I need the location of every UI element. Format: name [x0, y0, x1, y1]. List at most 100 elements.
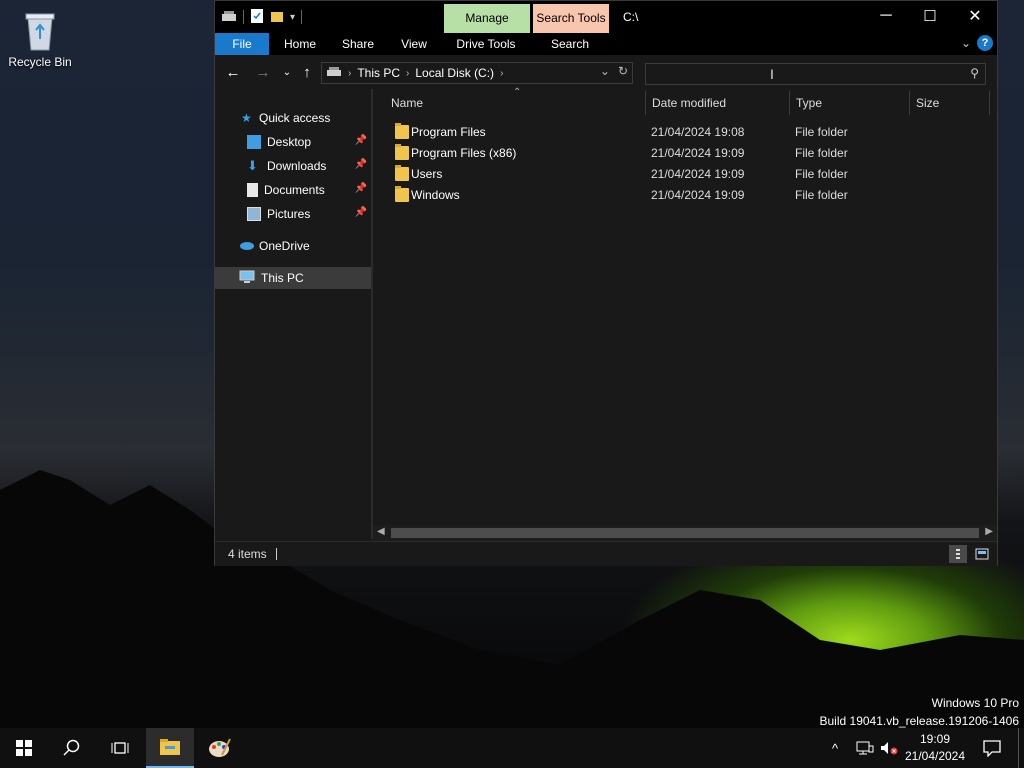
new-folder-icon[interactable] — [270, 9, 284, 26]
tab-drive-tools[interactable]: Drive Tools — [447, 33, 525, 55]
qat-dropdown-icon[interactable]: ▾ — [290, 12, 295, 23]
navigation-bar: ← → ⌄ ↑ › This PC › Local Disk (C:) › ⌄ … — [215, 57, 997, 89]
show-hidden-icons-chevron-icon[interactable]: ^ — [832, 728, 838, 768]
pin-icon[interactable]: 📌 — [355, 135, 367, 146]
scroll-right-icon[interactable]: ▶ — [985, 526, 993, 537]
file-explorer-window: ▾ Manage Search Tools C:\ ─ ☐ ✕ File Hom… — [214, 0, 998, 566]
show-desktop-button[interactable] — [1018, 728, 1019, 768]
large-icons-view-icon[interactable] — [973, 545, 991, 563]
scroll-left-icon[interactable]: ◀ — [377, 526, 385, 537]
close-button[interactable]: ✕ — [952, 1, 998, 31]
table-row[interactable]: Users 21/04/2024 19:09 File folder — [389, 164, 989, 185]
tab-file[interactable]: File — [215, 33, 269, 55]
nav-item-documents[interactable]: Documents 📌 — [215, 179, 371, 201]
file-date: 21/04/2024 19:09 — [651, 146, 745, 160]
tab-manage[interactable]: Manage — [444, 4, 530, 33]
properties-icon[interactable] — [250, 8, 264, 27]
nav-item-downloads[interactable]: ⬇ Downloads 📌 — [215, 155, 371, 177]
watermark-edition: Windows 10 Pro — [931, 696, 1019, 710]
file-name: Windows — [411, 188, 460, 202]
windows-watermark: Windows 10 Pro Build 19041.vb_release.19… — [820, 694, 1020, 730]
nav-item-pictures[interactable]: Pictures 📌 — [215, 203, 371, 225]
details-view-icon[interactable] — [949, 545, 967, 563]
file-name: Users — [411, 167, 443, 181]
sort-ascending-icon: ⌃ — [513, 87, 522, 98]
file-type: File folder — [795, 188, 848, 202]
column-header-name[interactable]: Name — [391, 89, 423, 117]
column-header-size[interactable]: Size — [916, 89, 939, 117]
address-bar[interactable]: › This PC › Local Disk (C:) › ⌄ ↻ — [321, 62, 633, 84]
recycle-bin-shortcut[interactable]: Recycle Bin — [6, 8, 74, 69]
tab-home[interactable]: Home — [277, 33, 323, 55]
up-arrow-icon[interactable]: ↑ — [297, 63, 317, 83]
text-cursor-icon: I — [770, 66, 774, 82]
nav-label: OneDrive — [259, 239, 310, 253]
file-name: Program Files (x86) — [411, 146, 517, 160]
search-icon — [63, 739, 80, 756]
network-icon[interactable] — [856, 728, 874, 768]
breadcrumb-this-pc[interactable]: This PC — [357, 66, 400, 80]
file-type: File folder — [795, 167, 848, 181]
column-divider[interactable] — [909, 91, 910, 115]
action-center-icon[interactable] — [982, 728, 1002, 768]
desktop-icon — [247, 135, 261, 149]
nav-label: Documents — [264, 183, 325, 197]
file-explorer-icon — [160, 739, 180, 755]
qat-divider — [243, 10, 244, 24]
scrollbar-thumb[interactable] — [391, 528, 979, 538]
file-type: File folder — [795, 146, 848, 160]
file-date: 21/04/2024 19:08 — [651, 125, 745, 139]
title-bar[interactable]: ▾ Manage Search Tools C:\ ─ ☐ ✕ — [215, 1, 997, 33]
pin-icon[interactable]: 📌 — [355, 183, 367, 194]
recent-locations-chevron-icon[interactable]: ⌄ — [277, 63, 297, 83]
search-box[interactable]: I ⚲ — [645, 63, 986, 85]
tab-view[interactable]: View — [393, 33, 435, 55]
nav-item-desktop[interactable]: Desktop 📌 — [215, 131, 371, 153]
paint-taskbar-button[interactable] — [196, 728, 244, 768]
search-icon[interactable]: ⚲ — [970, 66, 979, 80]
nav-item-onedrive[interactable]: OneDrive — [215, 235, 371, 257]
recycle-bin-label: Recycle Bin — [8, 55, 72, 69]
nav-item-quick-access[interactable]: ★ Quick access — [215, 107, 371, 129]
chevron-right-icon[interactable]: › — [348, 68, 351, 79]
column-divider[interactable] — [645, 91, 646, 115]
volume-muted-icon[interactable] — [880, 728, 898, 768]
taskbar: ^ 19:09 21/04/2024 — [0, 728, 1024, 768]
maximize-button[interactable]: ☐ — [907, 1, 953, 31]
pin-icon[interactable]: 📌 — [355, 159, 367, 170]
system-clock[interactable]: 19:09 21/04/2024 — [898, 731, 972, 765]
task-view-button[interactable] — [96, 728, 144, 768]
horizontal-scrollbar[interactable]: ◀ ▶ — [373, 525, 997, 541]
tab-search-tools[interactable]: Search Tools — [533, 4, 609, 33]
pin-icon[interactable]: 📌 — [355, 207, 367, 218]
drive-icon — [326, 66, 342, 81]
column-divider[interactable] — [789, 91, 790, 115]
table-row[interactable]: Program Files (x86) 21/04/2024 19:09 Fil… — [389, 143, 989, 164]
tab-share[interactable]: Share — [335, 33, 381, 55]
tab-search[interactable]: Search — [535, 33, 605, 55]
column-header-type[interactable]: Type — [796, 89, 822, 117]
table-row[interactable]: Program Files 21/04/2024 19:08 File fold… — [389, 122, 989, 143]
table-row[interactable]: Windows 21/04/2024 19:09 File folder — [389, 185, 989, 206]
minimize-button[interactable]: ─ — [863, 1, 909, 31]
chevron-right-icon[interactable]: › — [500, 68, 503, 79]
expand-ribbon-icon[interactable]: ⌄ — [961, 36, 971, 50]
help-button[interactable]: ? — [977, 35, 993, 51]
breadcrumb-local-disk[interactable]: Local Disk (C:) — [415, 66, 494, 80]
back-arrow-icon[interactable]: ← — [223, 63, 243, 83]
forward-arrow-icon[interactable]: → — [253, 63, 273, 83]
computer-icon — [239, 270, 255, 287]
file-date: 21/04/2024 19:09 — [651, 188, 745, 202]
column-header-date[interactable]: Date modified — [652, 89, 726, 117]
chevron-right-icon[interactable]: › — [406, 68, 409, 79]
start-button[interactable] — [0, 728, 48, 768]
column-divider[interactable] — [989, 91, 990, 115]
nav-item-this-pc[interactable]: This PC — [215, 267, 371, 289]
file-explorer-taskbar-button[interactable] — [146, 728, 194, 768]
nav-label: Quick access — [259, 111, 331, 125]
search-taskbar-button[interactable] — [48, 728, 96, 768]
address-history-chevron-icon[interactable]: ⌄ — [600, 64, 610, 78]
ribbon-tabs: File Home Share View Drive Tools Search … — [215, 33, 997, 55]
folder-icon — [395, 123, 409, 139]
refresh-icon[interactable]: ↻ — [618, 64, 628, 78]
